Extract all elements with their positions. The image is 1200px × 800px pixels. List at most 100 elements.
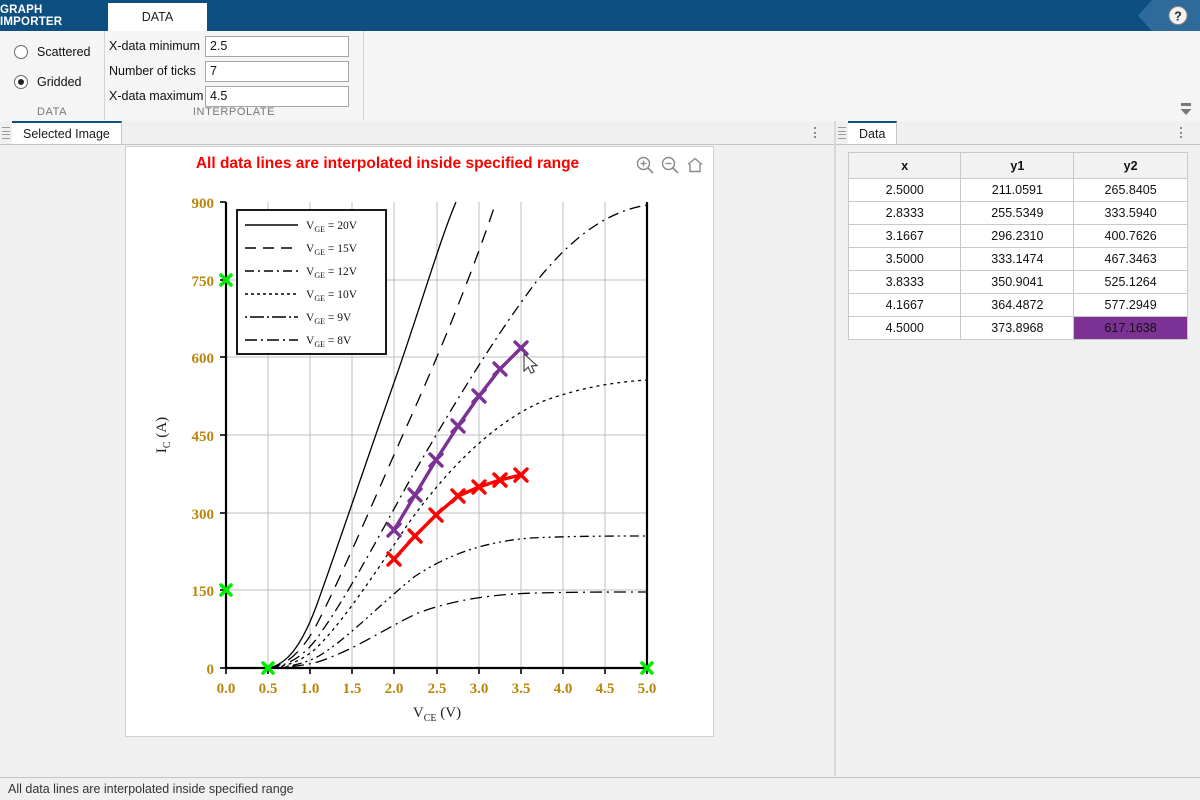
cell-y1[interactable]: 373.8968 — [961, 317, 1074, 340]
legend-item-vge-10v: VGE = 10V — [306, 289, 358, 303]
collapse-ribbon-icon[interactable] — [1177, 102, 1195, 118]
svg-text:?: ? — [1174, 10, 1182, 24]
tab-selected-image[interactable]: Selected Image — [12, 121, 122, 144]
right-panel-overflow-menu-icon[interactable] — [1176, 125, 1186, 140]
plot-legend: VGE = 20V VGE = 15V VGE = 12V VGE = 10V … — [237, 210, 386, 354]
cell-y1[interactable]: 364.4872 — [961, 294, 1074, 317]
number-of-ticks-input[interactable] — [205, 61, 349, 82]
svg-text:4.0: 4.0 — [554, 681, 573, 697]
svg-text:300: 300 — [192, 507, 215, 523]
legend-item-vge-20v: VGE = 20V — [306, 220, 358, 234]
xdata-minimum-input[interactable] — [205, 36, 349, 57]
table-row: 3.5000333.1474467.3463 — [849, 248, 1188, 271]
cell-x[interactable]: 3.5000 — [849, 248, 961, 271]
cell-y1[interactable]: 333.1474 — [961, 248, 1074, 271]
left-panel-tabstrip: Selected Image — [0, 121, 834, 145]
zoom-out-icon[interactable] — [660, 155, 680, 175]
ribbon-bar: GRAPH IMPORTER DATA ? — [0, 0, 1200, 31]
field-number-of-ticks: Number of ticks — [109, 60, 349, 82]
cell-y2-selected[interactable]: 617.1638 — [1074, 317, 1188, 340]
svg-text:150: 150 — [192, 584, 215, 600]
cell-y2[interactable]: 400.7626 — [1074, 225, 1188, 248]
legend-item-vge-8v: VGE = 8V — [306, 335, 352, 349]
svg-text:4.5: 4.5 — [596, 681, 615, 697]
svg-text:3.5: 3.5 — [512, 681, 531, 697]
legend-item-vge-15v: VGE = 15V — [306, 243, 358, 257]
left-panel-grip[interactable] — [2, 125, 10, 141]
table-row: 3.1667296.2310400.7626 — [849, 225, 1188, 248]
plot-area[interactable]: 900 750 600 450 300 150 0 0.0 0.5 1.0 1.… — [126, 177, 713, 732]
radio-gridded-circle — [14, 75, 28, 89]
group-label-data: DATA — [0, 106, 104, 118]
status-message: All data lines are interpolated inside s… — [8, 782, 294, 796]
xdata-maximum-input[interactable] — [205, 86, 349, 107]
svg-text:900: 900 — [192, 196, 215, 212]
table-header-row: x y1 y2 — [849, 153, 1188, 179]
cell-x[interactable]: 2.5000 — [849, 179, 961, 202]
tab-data[interactable]: DATA — [108, 3, 207, 31]
figure-toolbar — [635, 155, 705, 175]
ribbon-body: Scattered Gridded DATA X-data minimum Nu… — [0, 31, 1200, 122]
table-row: 3.8333350.9041525.1264 — [849, 271, 1188, 294]
column-header-x[interactable]: x — [849, 153, 961, 179]
field-xdata-minimum: X-data minimum — [109, 35, 349, 57]
ribbon-group-data: Scattered Gridded DATA — [0, 31, 105, 120]
column-header-y2[interactable]: y2 — [1074, 153, 1188, 179]
field-xdata-minimum-label: X-data minimum — [109, 39, 205, 53]
svg-text:750: 750 — [192, 274, 215, 290]
cell-y1[interactable]: 296.2310 — [961, 225, 1074, 248]
cell-x[interactable]: 4.1667 — [849, 294, 961, 317]
table-row: 4.1667364.4872577.2949 — [849, 294, 1188, 317]
cell-x[interactable]: 4.5000 — [849, 317, 961, 340]
svg-text:600: 600 — [192, 351, 215, 367]
svg-text:5.0: 5.0 — [638, 681, 657, 697]
radio-gridded[interactable]: Gridded — [14, 75, 81, 89]
zoom-in-icon[interactable] — [635, 155, 655, 175]
cell-x[interactable]: 3.1667 — [849, 225, 961, 248]
column-header-y1[interactable]: y1 — [961, 153, 1074, 179]
svg-text:0.0: 0.0 — [217, 681, 236, 697]
app-title: GRAPH IMPORTER — [0, 0, 107, 31]
svg-text:0.5: 0.5 — [259, 681, 278, 697]
cell-x[interactable]: 2.8333 — [849, 202, 961, 225]
home-icon[interactable] — [685, 155, 705, 175]
cell-y2[interactable]: 577.2949 — [1074, 294, 1188, 317]
field-xdata-maximum-label: X-data maximum — [109, 89, 205, 103]
right-panel-tabstrip: Data — [836, 121, 1200, 145]
svg-text:2.0: 2.0 — [385, 681, 404, 697]
svg-text:1.0: 1.0 — [301, 681, 320, 697]
data-table[interactable]: x y1 y2 2.5000211.0591265.8405 2.8333255… — [848, 152, 1188, 340]
ribbon-group-interpolate: X-data minimum Number of ticks X-data ma… — [105, 31, 364, 120]
field-xdata-maximum: X-data maximum — [109, 85, 349, 107]
cell-y2[interactable]: 525.1264 — [1074, 271, 1188, 294]
radio-scattered[interactable]: Scattered — [14, 45, 91, 59]
svg-text:2.5: 2.5 — [428, 681, 447, 697]
legend-item-vge-12v: VGE = 12V — [306, 266, 358, 280]
svg-text:1.5: 1.5 — [343, 681, 362, 697]
cell-y1[interactable]: 211.0591 — [961, 179, 1074, 202]
left-panel-overflow-menu-icon[interactable] — [810, 125, 820, 140]
svg-text:450: 450 — [192, 429, 215, 445]
radio-scattered-label: Scattered — [37, 45, 91, 59]
figure-container: All data lines are interpolated inside s… — [125, 146, 714, 737]
help-button[interactable]: ? — [1132, 0, 1200, 31]
table-row: 4.5000373.8968617.1638 — [849, 317, 1188, 340]
svg-text:3.0: 3.0 — [470, 681, 489, 697]
table-row: 2.5000211.0591265.8405 — [849, 179, 1188, 202]
cell-y2[interactable]: 265.8405 — [1074, 179, 1188, 202]
group-label-interpolate: INTERPOLATE — [105, 106, 363, 118]
table-row: 2.8333255.5349333.5940 — [849, 202, 1188, 225]
cell-y2[interactable]: 467.3463 — [1074, 248, 1188, 271]
cell-y2[interactable]: 333.5940 — [1074, 202, 1188, 225]
cell-y1[interactable]: 255.5349 — [961, 202, 1074, 225]
cell-y1[interactable]: 350.9041 — [961, 271, 1074, 294]
legend-item-vge-9v: VGE = 9V — [306, 312, 352, 326]
right-panel: Data x y1 y2 2.5000211.0591265.8405 2.83… — [836, 121, 1200, 776]
right-panel-grip[interactable] — [838, 125, 846, 141]
cell-x[interactable]: 3.8333 — [849, 271, 961, 294]
radio-gridded-label: Gridded — [37, 75, 81, 89]
figure-title: All data lines are interpolated inside s… — [126, 155, 713, 173]
left-panel: Selected Image All data lines are interp… — [0, 121, 834, 776]
radio-scattered-circle — [14, 45, 28, 59]
tab-data-panel[interactable]: Data — [848, 121, 897, 144]
